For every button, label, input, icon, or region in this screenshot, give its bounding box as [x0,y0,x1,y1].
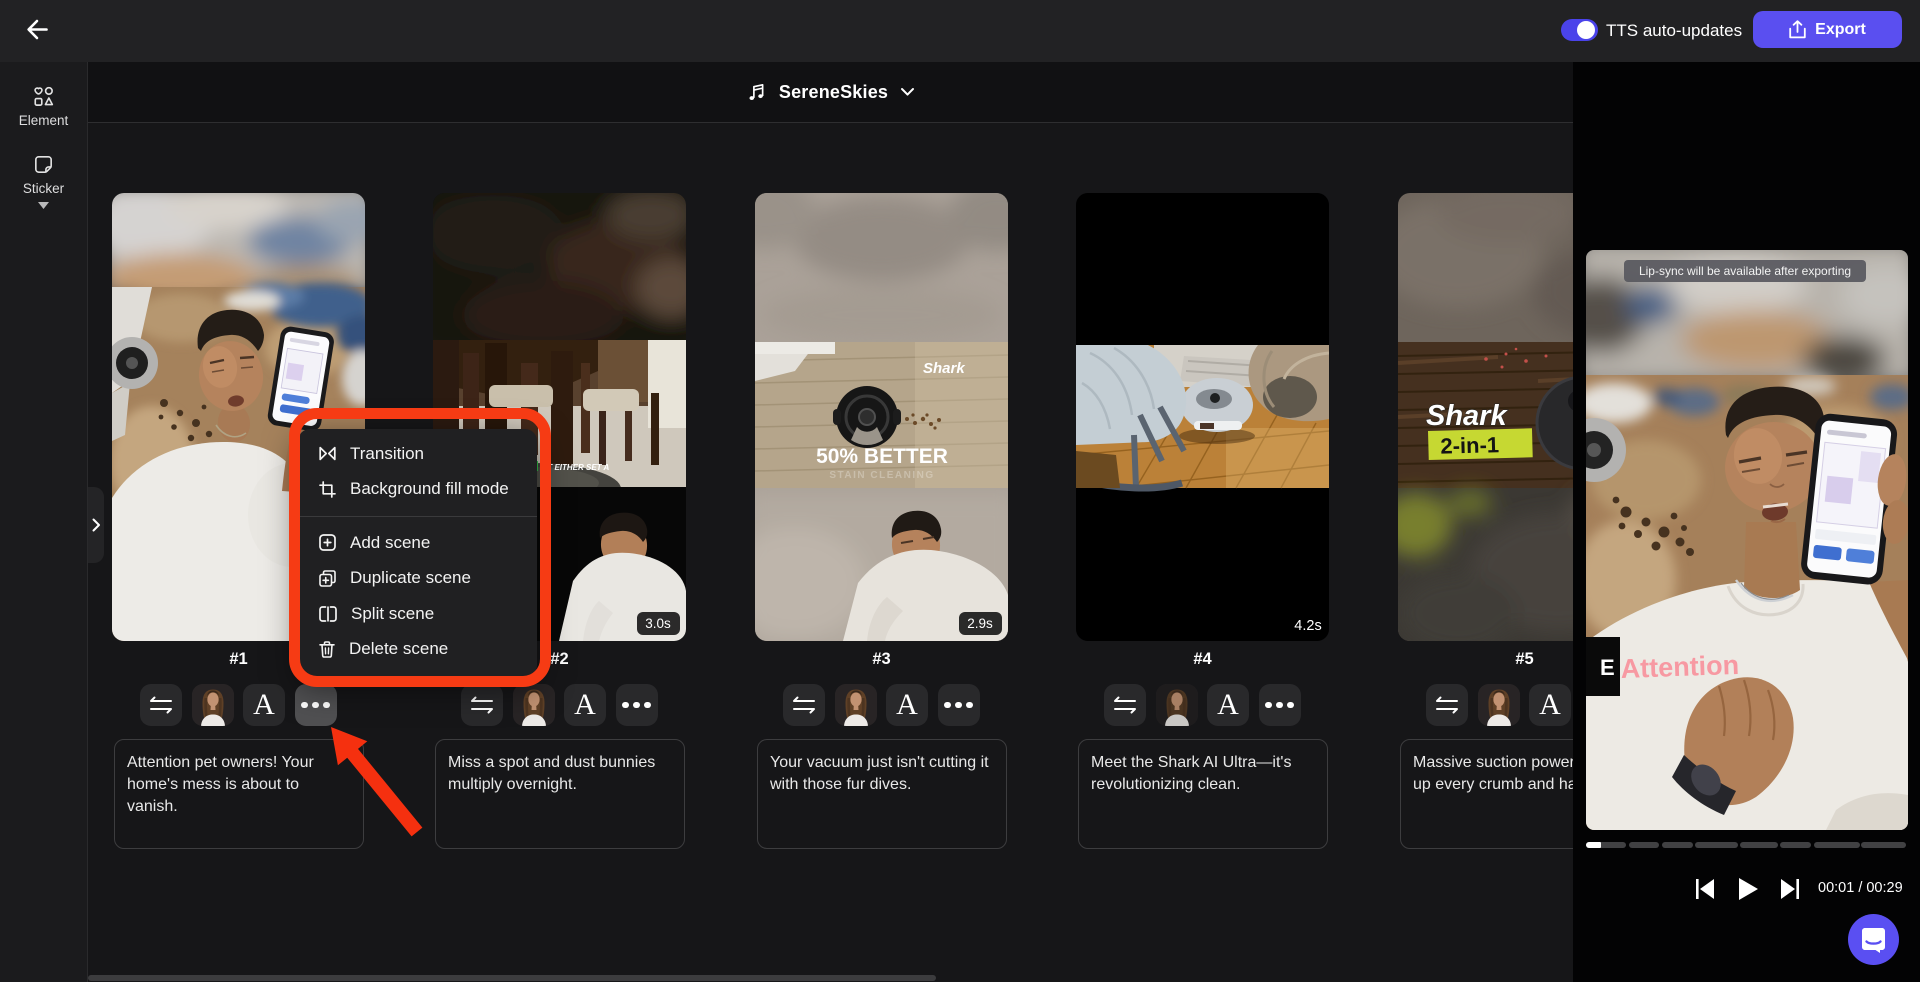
svg-text:2.9s: 2.9s [967,616,993,631]
svg-text:4.2s: 4.2s [1294,618,1321,634]
svg-text:ST EITHER SET A: ST EITHER SET A [542,463,609,472]
svg-text:50% BETTER: 50% BETTER [816,445,948,468]
svg-text:Shark: Shark [923,360,965,377]
svg-text:Attention: Attention [1620,650,1739,684]
svg-text:E: E [1600,655,1615,680]
svg-text:2-in-1: 2-in-1 [1440,432,1499,459]
svg-text:STAIN CLEANING: STAIN CLEANING [829,470,934,481]
svg-text:Shark: Shark [1426,400,1508,432]
svg-text:3.0s: 3.0s [645,616,671,631]
